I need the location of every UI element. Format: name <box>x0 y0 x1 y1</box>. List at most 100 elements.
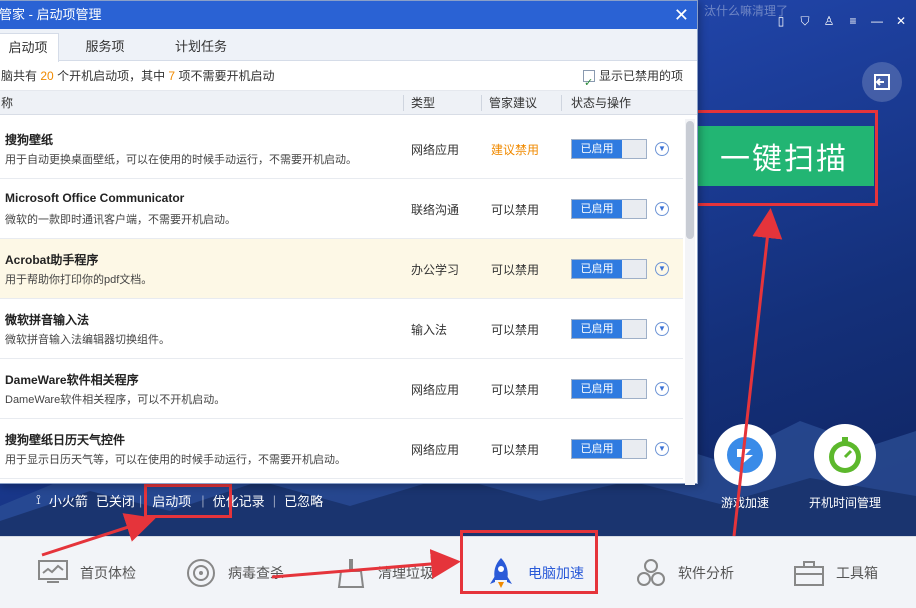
toggle-label: 已启用 <box>572 140 622 158</box>
scrollbar-thumb[interactable] <box>686 121 694 239</box>
optimize-record-link[interactable]: 优化记录 <box>205 491 273 510</box>
item-type: 网络应用 <box>411 143 460 157</box>
status-strip: ⟟ 小火箭 已关闭 | 启动项 | 优化记录 | 已忽略 <box>0 484 698 516</box>
toggle-label: 已启用 <box>572 260 622 278</box>
item-advice: 可以禁用 <box>491 323 540 337</box>
nav-pc-speedup[interactable]: 电脑加速 <box>484 537 584 608</box>
item-desc: 微软的一款即时通讯客户端，不需要开机启动。 <box>5 214 236 226</box>
col-status: 状态与操作 <box>571 96 632 110</box>
window-controls: ▯ ⛉ ♙ ≡ — ✕ <box>774 14 908 28</box>
tab-services[interactable]: 服务项 <box>71 33 139 61</box>
item-name: Microsoft Office Communicator <box>5 191 185 205</box>
item-name: DameWare软件相关程序 <box>5 373 139 387</box>
show-disabled-checkbox[interactable] <box>583 68 595 98</box>
item-type: 联络沟通 <box>411 203 460 217</box>
table-row[interactable]: 搜狗壁纸日历天气控件 用于显示日历天气等，可以在使用的时候手动运行，不需要开机启… <box>0 419 683 479</box>
nav-home-check[interactable]: 首页体检 <box>36 537 136 608</box>
show-disabled-option[interactable]: 显示已禁用的项 <box>583 61 684 98</box>
nav-virus-scan[interactable]: 病毒查杀 <box>184 537 284 608</box>
tab-startup-items[interactable]: 启动项 <box>0 33 59 62</box>
nav-home-check-label: 首页体检 <box>80 565 136 581</box>
startup-manager-dialog: 管家 - 启动项管理 ✕ 启动项 服务项 计划任务 脑共有 20 个开机启动项，… <box>0 0 698 485</box>
table-row[interactable]: Microsoft Office Communicator 微软的一款即时通讯客… <box>0 179 683 239</box>
status-toggle[interactable]: 已启用 <box>571 319 647 339</box>
tab-scheduled-tasks[interactable]: 计划任务 <box>159 33 243 61</box>
toggle-label: 已启用 <box>572 440 622 458</box>
broom-icon <box>334 556 368 590</box>
status-toggle[interactable]: 已启用 <box>571 259 647 279</box>
dialog-close-icon[interactable]: ✕ <box>674 1 689 29</box>
item-desc: DameWare软件相关程序，可以不开机启动。 <box>5 394 226 406</box>
table-row[interactable]: DameWare软件相关程序 DameWare软件相关程序，可以不开机启动。 网… <box>0 359 683 419</box>
nav-virus-scan-label: 病毒查杀 <box>228 565 284 581</box>
dialog-tabs: 启动项 服务项 计划任务 <box>0 29 697 62</box>
item-advice: 建议禁用 <box>491 143 540 157</box>
startup-items-link[interactable]: 启动项 <box>142 491 201 510</box>
rocket-small-icon: ⟟ <box>36 492 41 507</box>
item-desc: 用于帮助你打印你的pdf文档。 <box>5 274 153 286</box>
list-scrollbar[interactable] <box>685 119 695 485</box>
table-row[interactable]: 微软拼音输入法 微软拼音输入法编辑器切换组件。 输入法 可以禁用 已启用 ▼ <box>0 299 683 359</box>
item-advice: 可以禁用 <box>491 443 540 457</box>
skin-icon[interactable]: ♙ <box>822 14 836 28</box>
virus-scan-icon <box>184 556 218 590</box>
dialog-title: 管家 - 启动项管理 <box>0 7 102 22</box>
app-title-bar: 汰什么嘛清理了 ▯ ⛉ ♙ ≡ — ✕ <box>698 0 916 40</box>
nav-toolbox[interactable]: 工具箱 <box>792 537 878 608</box>
col-advice: 管家建议 <box>489 96 538 110</box>
bottom-navigation: 首页体检 病毒查杀 清理垃圾 电脑加速 软件分析 工具箱 <box>0 536 916 608</box>
nav-software-analysis[interactable]: 软件分析 <box>634 537 734 608</box>
game-boost-button[interactable] <box>714 424 776 486</box>
rocket-label: 小火箭 <box>48 493 88 509</box>
item-type: 网络应用 <box>411 443 460 457</box>
item-desc: 用于显示日历天气等，可以在使用的时候手动运行，不需要开机启动。 <box>5 454 346 466</box>
game-boost-icon <box>727 437 763 473</box>
close-icon[interactable]: ✕ <box>894 14 908 28</box>
fan-icon <box>634 556 668 590</box>
item-advice: 可以禁用 <box>491 263 540 277</box>
chevron-down-icon[interactable]: ▼ <box>655 322 669 336</box>
chevron-down-icon[interactable]: ▼ <box>655 442 669 456</box>
col-separator <box>561 95 562 111</box>
col-name: 称 <box>1 96 14 110</box>
rocket-status[interactable]: 已关闭 <box>92 491 139 510</box>
table-row[interactable]: Acrobat助手程序 用于帮助你打印你的pdf文档。 办公学习 可以禁用 已启… <box>0 239 683 299</box>
status-toggle[interactable]: 已启用 <box>571 439 647 459</box>
nav-software-analysis-label: 软件分析 <box>678 565 734 581</box>
exit-mode-button[interactable] <box>862 62 902 102</box>
status-toggle[interactable]: 已启用 <box>571 379 647 399</box>
menu-icon[interactable]: ≡ <box>846 14 860 28</box>
item-type: 网络应用 <box>411 383 460 397</box>
nav-clean-junk-label: 清理垃圾 <box>378 565 434 581</box>
chevron-down-icon[interactable]: ▼ <box>655 142 669 156</box>
summary-mid: 个开机启动项，其中 <box>57 69 166 83</box>
shield-icon[interactable]: ⛉ <box>798 14 812 28</box>
minimize-icon[interactable]: — <box>870 14 884 28</box>
monitor-check-icon <box>36 556 70 590</box>
chevron-down-icon[interactable]: ▼ <box>655 202 669 216</box>
table-row[interactable]: 搜狗壁纸 用于自动更换桌面壁纸，可以在使用的时候手动运行，不需要开机启动。 网络… <box>0 119 683 179</box>
chevron-down-icon[interactable]: ▼ <box>655 382 669 396</box>
summary-suffix: 项不需要开机启动 <box>178 69 275 83</box>
item-name: 微软拼音输入法 <box>5 313 90 327</box>
ignored-link[interactable]: 已忽略 <box>276 491 331 510</box>
toolbox-icon <box>792 556 826 590</box>
toggle-label: 已启用 <box>572 380 622 398</box>
one-click-scan-button[interactable]: 一键扫描 <box>694 126 874 186</box>
chevron-down-icon[interactable]: ▼ <box>655 262 669 276</box>
nav-clean-junk[interactable]: 清理垃圾 <box>334 537 434 608</box>
col-separator <box>481 95 482 111</box>
col-type: 类型 <box>411 96 436 110</box>
status-toggle[interactable]: 已启用 <box>571 199 647 219</box>
show-disabled-label: 显示已禁用的项 <box>599 69 684 83</box>
dialog-title-bar: 管家 - 启动项管理 ✕ <box>0 1 697 29</box>
boot-time-button[interactable] <box>814 424 876 486</box>
item-type: 办公学习 <box>411 263 460 277</box>
table-header: 称 类型 管家建议 状态与操作 <box>0 91 697 115</box>
item-advice: 可以禁用 <box>491 203 540 217</box>
status-toggle[interactable]: 已启用 <box>571 139 647 159</box>
phone-icon[interactable]: ▯ <box>774 14 788 28</box>
nav-toolbox-label: 工具箱 <box>836 565 878 581</box>
item-name: 搜狗壁纸 <box>5 133 54 147</box>
toggle-label: 已启用 <box>572 320 622 338</box>
